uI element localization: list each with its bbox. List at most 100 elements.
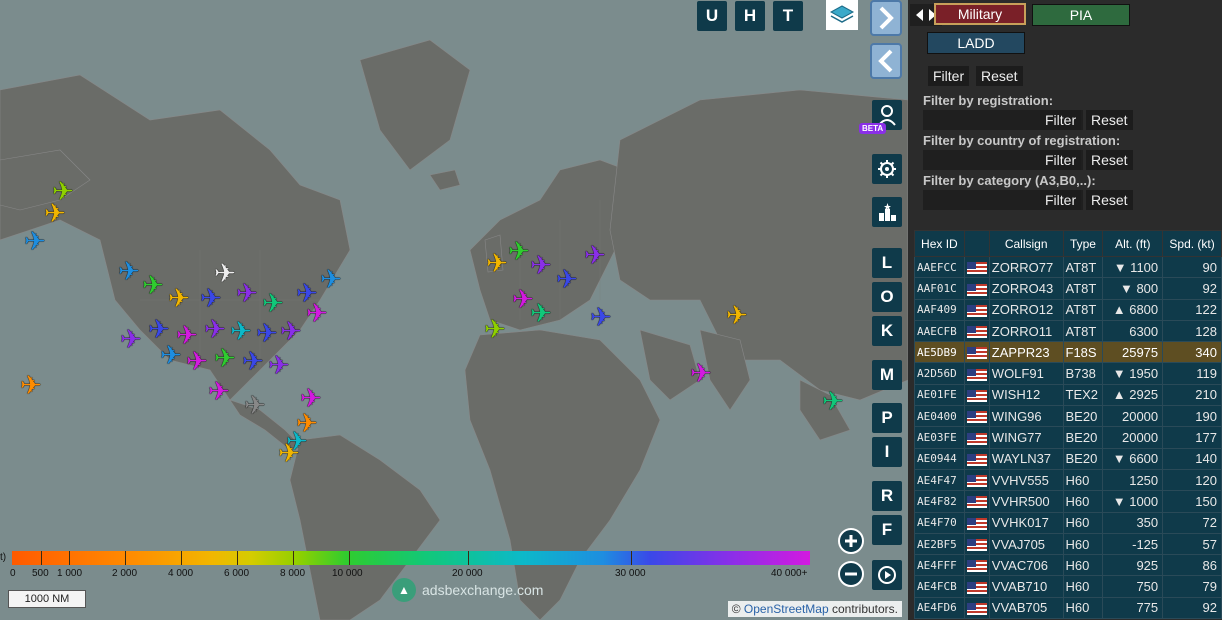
aircraft-marker[interactable]: ✈ xyxy=(484,316,506,342)
aircraft-marker[interactable]: ✈ xyxy=(186,348,208,374)
pia-filter-chip[interactable]: PIA xyxy=(1032,4,1130,26)
table-row[interactable]: AE4FCB VVAB710 H60 750 79 xyxy=(914,575,1222,598)
callsign-cell: VVAC706 xyxy=(988,554,1064,577)
layers-button[interactable] xyxy=(826,0,858,30)
zoom-out-button[interactable] xyxy=(838,561,864,587)
aircraft-marker[interactable]: ✈ xyxy=(200,285,222,311)
aircraft-marker[interactable]: ✈ xyxy=(822,388,844,414)
aircraft-marker[interactable]: ✈ xyxy=(118,258,140,284)
table-row[interactable]: AE0400 WING96 BE20 20000 190 xyxy=(914,405,1222,428)
aircraft-marker[interactable]: ✈ xyxy=(320,266,342,292)
toggle-i-button[interactable]: I xyxy=(872,437,902,467)
stats-button[interactable] xyxy=(872,197,902,227)
category-filter-button[interactable]: Filter xyxy=(1040,190,1082,210)
toggle-f-button[interactable]: F xyxy=(872,515,902,545)
table-row[interactable]: AE4F82 VVHR500 H60 ▼ 1000 150 xyxy=(914,490,1222,513)
registration-reset-button[interactable]: Reset xyxy=(1086,110,1133,130)
table-row[interactable]: AE4F47 VVHV555 H60 1250 120 xyxy=(914,468,1222,492)
aircraft-marker[interactable]: ✈ xyxy=(242,348,264,374)
aircraft-marker[interactable]: ✈ xyxy=(726,302,748,328)
column-header-type[interactable]: Type xyxy=(1062,230,1104,257)
collapse-sidebar-button[interactable] xyxy=(870,43,902,79)
column-header-hex[interactable]: Hex ID xyxy=(914,230,965,257)
aircraft-marker[interactable]: ✈ xyxy=(148,316,170,342)
gear-icon xyxy=(878,160,896,178)
aircraft-marker[interactable]: ✈ xyxy=(306,300,328,326)
aircraft-marker[interactable]: ✈ xyxy=(44,200,66,226)
aircraft-marker[interactable]: ✈ xyxy=(142,272,164,298)
toggle-k-button[interactable]: K xyxy=(872,316,902,346)
table-row[interactable]: AE4FFF VVAC706 H60 925 86 xyxy=(914,554,1222,577)
ladd-filter-chip[interactable]: LADD xyxy=(927,32,1025,54)
column-header-callsign[interactable]: Callsign xyxy=(988,230,1064,257)
aircraft-marker[interactable]: ✈ xyxy=(20,372,42,398)
country-reset-button[interactable]: Reset xyxy=(1086,150,1133,170)
aircraft-marker[interactable]: ✈ xyxy=(556,266,578,292)
replay-button[interactable] xyxy=(872,560,902,590)
aircraft-marker[interactable]: ✈ xyxy=(168,285,190,311)
openstreetmap-link[interactable]: OpenStreetMap xyxy=(744,602,829,616)
filter-button[interactable]: Filter xyxy=(928,66,970,86)
table-row[interactable]: AE01FE WISH12 TEX2 ▲ 2925 210 xyxy=(914,383,1222,407)
aircraft-marker[interactable]: ✈ xyxy=(244,392,266,418)
column-header-speed[interactable]: Spd. (kt) xyxy=(1162,230,1222,257)
aircraft-marker[interactable]: ✈ xyxy=(690,360,712,386)
military-filter-chip[interactable]: Military xyxy=(934,3,1026,25)
us-flag-icon xyxy=(966,517,987,530)
aircraft-marker[interactable]: ✈ xyxy=(590,304,612,330)
aircraft-marker[interactable]: ✈ xyxy=(486,250,508,276)
aircraft-marker[interactable]: ✈ xyxy=(530,300,552,326)
flag-cell xyxy=(963,383,990,407)
country-filter-button[interactable]: Filter xyxy=(1040,150,1082,170)
aircraft-marker[interactable]: ✈ xyxy=(508,238,530,264)
aircraft-marker[interactable]: ✈ xyxy=(584,242,606,268)
aircraft-marker[interactable]: ✈ xyxy=(160,342,182,368)
aircraft-marker[interactable]: ✈ xyxy=(268,352,290,378)
map-view[interactable]: ✈ ✈ ✈ ✈ ✈ ✈ ✈ ✈ ✈ ✈ ✈ ✈ ✈ ✈ ✈ ✈ ✈ ✈ ✈ ✈ … xyxy=(0,0,908,620)
table-row[interactable]: AE0944 WAYLN37 BE20 ▼ 6600 140 xyxy=(914,447,1222,470)
aircraft-marker[interactable]: ✈ xyxy=(214,260,236,286)
table-row[interactable]: AAF409 ZORRO12 AT8T ▲ 6800 122 xyxy=(914,298,1222,321)
adsbexchange-logo[interactable]: ▲ adsbexchange.com xyxy=(392,578,543,602)
toggle-p-button[interactable]: P xyxy=(872,403,902,433)
table-row[interactable]: A2D56D WOLF91 B738 ▼ 1950 119 xyxy=(914,362,1222,385)
toggle-o-button[interactable]: O xyxy=(872,282,902,312)
aircraft-marker[interactable]: ✈ xyxy=(230,318,252,344)
reset-button[interactable]: Reset xyxy=(976,66,1023,86)
aircraft-marker[interactable]: ✈ xyxy=(280,318,302,344)
aircraft-marker[interactable]: ✈ xyxy=(256,320,278,346)
table-row[interactable]: AAEFCC ZORRO77 AT8T ▼ 1100 90 xyxy=(914,255,1222,279)
column-header-flag[interactable] xyxy=(963,230,990,257)
table-row[interactable]: AE2BF5 VVAJ705 H60 -125 57 xyxy=(914,532,1222,556)
table-row[interactable]: AAF01C ZORRO43 AT8T ▼ 800 92 xyxy=(914,277,1222,300)
table-row[interactable]: AE4F70 VVHK017 H60 350 72 xyxy=(914,511,1222,534)
aircraft-marker[interactable]: ✈ xyxy=(278,440,300,466)
aircraft-marker[interactable]: ✈ xyxy=(214,345,236,371)
table-row[interactable]: AE4FD6 VVAB705 H60 775 92 xyxy=(914,596,1222,620)
aircraft-marker[interactable]: ✈ xyxy=(208,378,230,404)
toggle-l-button[interactable]: L xyxy=(872,248,902,278)
aircraft-marker[interactable]: ✈ xyxy=(262,290,284,316)
expand-sidebar-button[interactable] xyxy=(870,0,902,36)
speed-cell: 86 xyxy=(1162,554,1222,577)
toggle-u-button[interactable]: U xyxy=(697,1,727,31)
aircraft-marker[interactable]: ✈ xyxy=(236,280,258,306)
aircraft-marker[interactable]: ✈ xyxy=(204,316,226,342)
table-row[interactable]: AE5DB9 ZAPPR23 F18S 25975 340 xyxy=(914,341,1222,364)
hex-id-cell: AAECFB xyxy=(914,319,965,343)
zoom-in-button[interactable] xyxy=(838,528,864,554)
toggle-m-button[interactable]: M xyxy=(872,360,902,390)
aircraft-marker[interactable]: ✈ xyxy=(120,326,142,352)
toggle-r-button[interactable]: R xyxy=(872,481,902,511)
aircraft-marker[interactable]: ✈ xyxy=(24,228,46,254)
registration-filter-button[interactable]: Filter xyxy=(1040,110,1082,130)
toggle-h-button[interactable]: H xyxy=(735,1,765,31)
category-reset-button[interactable]: Reset xyxy=(1086,190,1133,210)
table-row[interactable]: AE03FE WING77 BE20 20000 177 xyxy=(914,426,1222,449)
settings-button[interactable] xyxy=(872,154,902,184)
table-row[interactable]: AAECFB ZORRO11 AT8T 6300 128 xyxy=(914,319,1222,343)
hex-id-cell: AAEFCC xyxy=(914,255,965,279)
aircraft-marker[interactable]: ✈ xyxy=(530,252,552,278)
column-header-altitude[interactable]: Alt. (ft) xyxy=(1102,230,1164,257)
toggle-t-button[interactable]: T xyxy=(773,1,803,31)
